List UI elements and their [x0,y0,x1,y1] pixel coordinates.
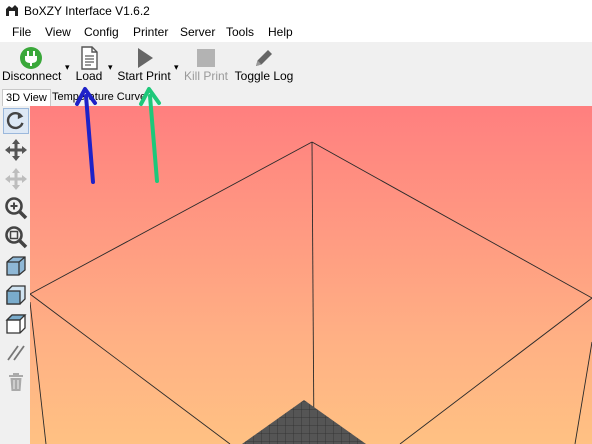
parallel-lines-button[interactable] [3,340,29,366]
zoom-in-button[interactable] [3,195,29,221]
menu-view[interactable]: View [45,25,71,39]
stop-icon [197,49,215,67]
zoom-in-icon [5,197,28,220]
toolbar: Disconnect ▾ Load ▾ Start Print ▾ Kill P… [0,42,592,88]
front-view-button[interactable] [3,282,29,308]
print-bed [242,400,366,444]
menu-help[interactable]: Help [268,25,293,39]
load-label: Load [75,69,103,83]
move-icon [5,139,27,161]
reset-view-icon [6,111,24,130]
file-icon [81,46,98,70]
kill-print-label: Kill Print [183,69,228,83]
start-print-dropdown-icon[interactable]: ▾ [174,62,179,73]
start-print-button[interactable]: Start Print [116,42,172,88]
move-button[interactable] [3,137,29,163]
app-logo-icon [6,5,18,16]
view-tools-sidebar [0,106,30,444]
plug-icon [20,47,42,69]
disconnect-button[interactable]: Disconnect [2,42,62,88]
toggle-log-button[interactable]: Toggle Log [234,42,294,88]
menu-bar: File View Config Printer Server Tools He… [0,22,592,42]
top-view-icon [5,314,27,334]
top-view-button[interactable] [3,311,29,337]
tab-3d-view[interactable]: 3D View [2,89,51,106]
reset-view-button[interactable] [3,108,29,134]
delete-button[interactable] [3,369,29,395]
trash-icon [9,373,23,391]
start-print-label: Start Print [117,69,171,83]
load-button[interactable]: Load [72,42,106,88]
move-disabled-icon [5,168,27,190]
menu-file[interactable]: File [12,25,31,39]
play-icon [138,48,153,68]
kill-print-button[interactable]: Kill Print [182,42,230,88]
zoom-fit-button[interactable] [3,224,29,250]
disconnect-label: Disconnect [2,69,62,83]
3d-viewport[interactable] [30,106,592,444]
zoom-fit-icon [5,226,28,249]
pencil-icon [256,50,272,66]
view-tabs: 3D View Temperature Curve [0,88,592,107]
front-view-icon [6,285,26,305]
move-disabled-button[interactable] [3,166,29,192]
title-bar: BoXZY Interface V1.6.2 [0,0,592,22]
iso-view-button[interactable] [3,253,29,279]
parallel-lines-icon [7,345,25,361]
iso-view-icon [6,256,26,276]
window-title: BoXZY Interface V1.6.2 [24,4,150,18]
disconnect-dropdown-icon[interactable]: ▾ [65,62,70,73]
build-volume-wireframe [30,141,592,444]
load-dropdown-icon[interactable]: ▾ [108,62,113,73]
tab-temperature-curve[interactable]: Temperature Curve [49,89,149,105]
toggle-log-label: Toggle Log [234,69,294,83]
menu-server[interactable]: Server [180,25,215,39]
menu-printer[interactable]: Printer [133,25,168,39]
menu-tools[interactable]: Tools [226,25,254,39]
menu-config[interactable]: Config [84,25,119,39]
